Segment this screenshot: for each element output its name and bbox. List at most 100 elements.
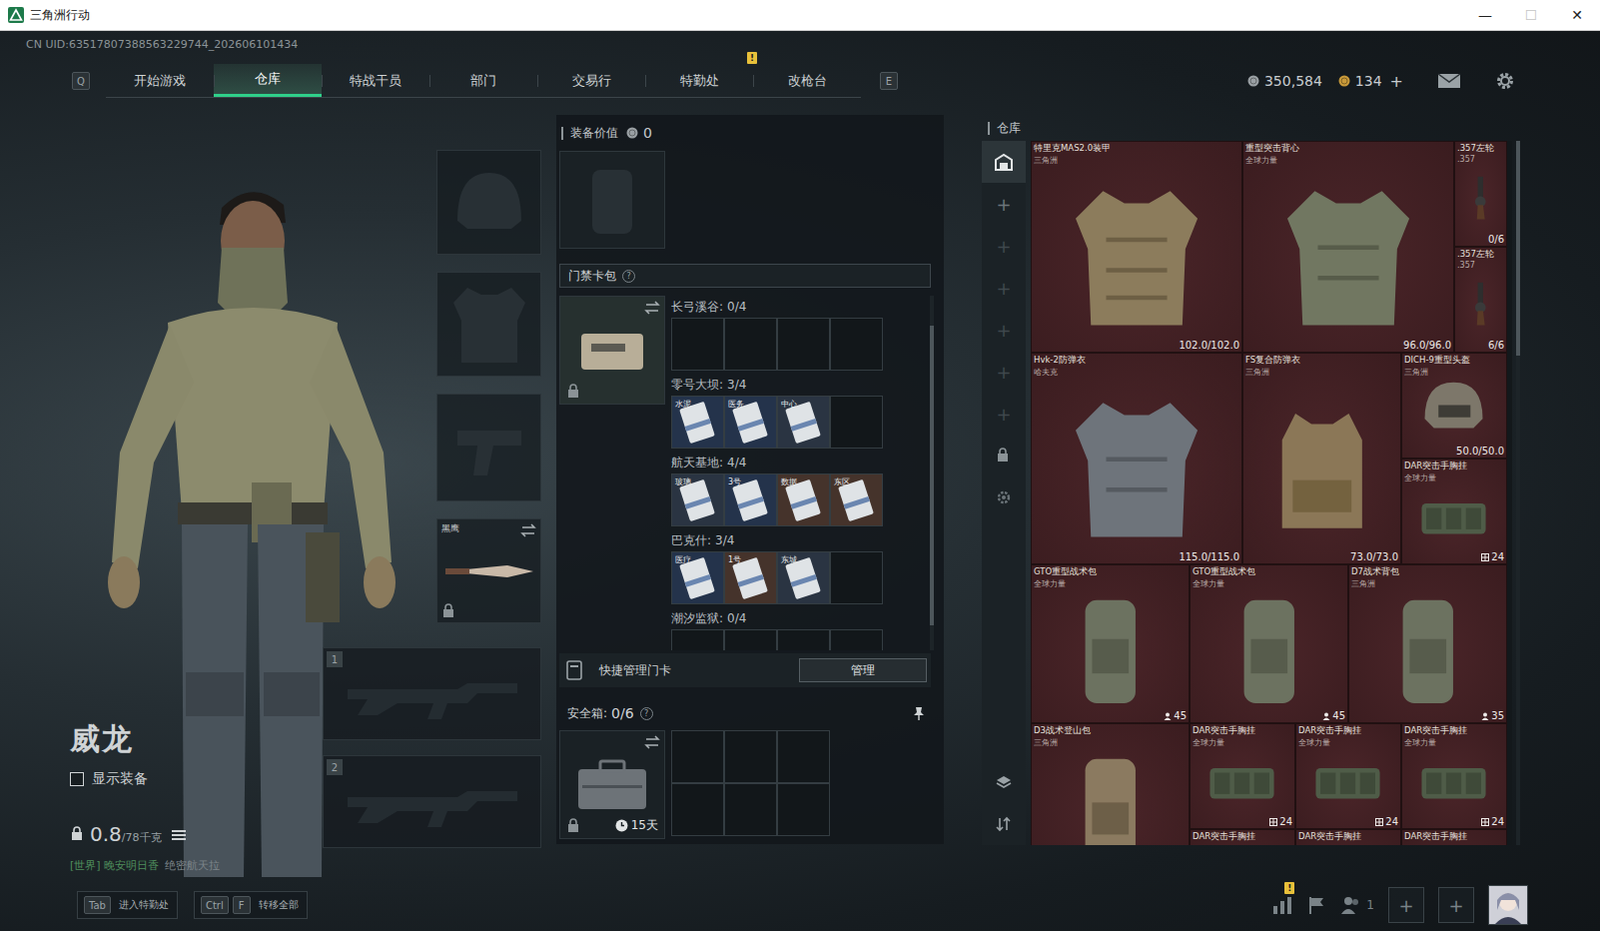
window-control-button[interactable]: — <box>1462 0 1509 30</box>
warehouse-tab[interactable] <box>981 434 1026 477</box>
backpack-slot[interactable] <box>559 150 666 249</box>
nav-tab[interactable]: 特勤处! <box>645 63 754 97</box>
invite-slot[interactable]: + <box>1388 886 1425 923</box>
rig-item-icon <box>1409 742 1499 818</box>
pistol-slot[interactable] <box>436 393 542 502</box>
show-gear-checkbox[interactable] <box>69 772 84 787</box>
warehouse-item[interactable]: DAR突击手胸挂全球力量24 <box>1401 723 1508 829</box>
empty-keycard-slot[interactable] <box>777 629 830 651</box>
window-control-button[interactable]: ☐ <box>1508 0 1555 30</box>
empty-keycard-slot[interactable] <box>777 317 830 371</box>
weight-detail-list-icon[interactable] <box>171 828 186 841</box>
player-uid: CN UID:63517807388563229744_202606101434 <box>0 30 1600 55</box>
currency: 350,584 <box>1247 72 1323 89</box>
window-control-button[interactable]: ✕ <box>1554 0 1600 30</box>
safebox-slot[interactable]: 15天 <box>559 730 666 839</box>
safebox-cell[interactable] <box>777 730 830 784</box>
warehouse-item[interactable]: DAR突击手胸挂 <box>1401 828 1508 845</box>
keycard[interactable]: 数据 <box>777 473 830 527</box>
mail-icon[interactable] <box>1437 72 1462 89</box>
key-hint[interactable]: Tab进入特勤处 <box>76 890 178 919</box>
warehouse-item[interactable]: D7战术背包三角洲35 <box>1348 564 1508 724</box>
warehouse-item[interactable]: .357左轮.3570/6 <box>1454 140 1508 247</box>
window-controls: —☐✕ <box>1462 0 1600 30</box>
nav-tab[interactable]: 交易行 <box>537 63 646 97</box>
manage-button[interactable]: 管理 <box>799 658 927 683</box>
empty-keycard-slot[interactable] <box>829 395 883 449</box>
nav-tab[interactable]: 开始游戏 <box>105 63 214 97</box>
warehouse-tab[interactable] <box>981 476 1026 519</box>
grayarmor-item-icon <box>1047 390 1226 544</box>
warehouse-tab[interactable]: + <box>981 266 1026 309</box>
invite-slot[interactable]: + <box>1438 886 1475 923</box>
warehouse-item[interactable]: D3战术登山包三角洲 <box>1030 723 1190 845</box>
weapon-slot[interactable]: 1 <box>322 647 542 741</box>
keycard-pack-slot[interactable] <box>559 295 666 405</box>
empty-keycard-slot[interactable] <box>671 317 725 371</box>
keycard[interactable]: 1号 <box>724 551 778 605</box>
warehouse-item[interactable]: FS复合防弹衣三角洲73.0/73.0 <box>1242 352 1402 565</box>
keycard[interactable]: 医疗 <box>671 551 725 605</box>
pin-icon[interactable] <box>912 706 925 721</box>
warehouse-item[interactable]: 重型突击背心全球力量96.0/96.0 <box>1242 140 1455 353</box>
safebox-cell[interactable] <box>724 783 778 836</box>
squad-button[interactable]: 1 <box>1340 895 1375 914</box>
empty-keycard-slot[interactable] <box>724 629 778 651</box>
item-brand: .357 <box>1454 154 1508 164</box>
safebox-cell[interactable] <box>671 783 725 836</box>
weapon-slot[interactable]: 2 <box>322 755 542 848</box>
keycard[interactable]: 中心 <box>777 395 830 449</box>
warehouse-item[interactable]: .357左轮.3576/6 <box>1454 246 1508 353</box>
player-avatar[interactable] <box>1488 884 1529 925</box>
warehouse-item[interactable]: GTO重型战术包全球力量45 <box>1189 564 1349 724</box>
keycard[interactable]: 医务 <box>724 395 778 449</box>
stats-button[interactable]: ! <box>1272 895 1293 914</box>
warehouse-body: ++++++特里克MAS2.0装甲三角洲102.0/102.0重型突击背心全球力… <box>981 140 1524 845</box>
empty-keycard-slot[interactable] <box>724 317 778 371</box>
flag-button[interactable] <box>1306 894 1327 915</box>
warehouse-item[interactable]: DICH-9重型头盔三角洲50.0/50.0 <box>1401 352 1508 459</box>
nav-tab[interactable]: 特战干员 <box>321 63 430 97</box>
safebox-cell[interactable] <box>724 730 778 784</box>
warehouse-item[interactable]: Hvk-2防弹衣哈夫克115.0/115.0 <box>1030 352 1243 565</box>
key-hint[interactable]: CtrlF转移全部 <box>193 890 308 919</box>
slot-item-label: 黑鹰 <box>441 522 460 536</box>
safebox-cell[interactable] <box>777 783 830 836</box>
warehouse-item[interactable]: GTO重型战术包全球力量45 <box>1030 564 1190 724</box>
melee-slot[interactable]: 黑鹰 <box>436 518 542 624</box>
warehouse-item[interactable]: DAR突击手胸挂 <box>1189 828 1296 845</box>
armor-slot[interactable] <box>436 271 542 377</box>
warehouse-item[interactable]: DAR突击手胸挂 <box>1295 828 1402 845</box>
show-gear-toggle[interactable]: 显示装备 <box>69 770 322 789</box>
keycard-scrollbar[interactable] <box>929 295 934 651</box>
keycard[interactable]: 玻璃 <box>671 473 725 527</box>
warehouse-item[interactable]: DAR突击手胸挂全球力量24 <box>1295 723 1402 829</box>
warehouse-tab[interactable] <box>981 140 1026 183</box>
warehouse-item[interactable]: DAR突击手胸挂全球力量24 <box>1401 458 1508 565</box>
warehouse-tool[interactable] <box>981 802 1026 845</box>
nav-tab[interactable]: 改枪台 <box>753 63 861 97</box>
nav-tab[interactable]: 仓库 <box>213 63 322 97</box>
keycard[interactable]: 东城 <box>777 551 830 605</box>
warehouse-tab[interactable]: + <box>981 350 1026 393</box>
settings-gear-icon[interactable] <box>1495 70 1516 91</box>
empty-keycard-slot[interactable] <box>671 629 725 651</box>
keycard[interactable]: 东区 <box>829 473 883 527</box>
warehouse-scrollbar[interactable] <box>1516 140 1521 845</box>
keycard[interactable]: 3号 <box>724 473 778 527</box>
nav-tab[interactable]: 部门 <box>429 63 538 97</box>
safebox-cell[interactable] <box>671 730 725 784</box>
helmet-slot[interactable] <box>436 149 542 255</box>
keycard[interactable]: 水泥 <box>671 395 725 449</box>
warehouse-tab[interactable]: + <box>981 308 1026 351</box>
warehouse-tab[interactable]: + <box>981 392 1026 435</box>
warehouse-tab[interactable]: + <box>981 182 1026 225</box>
empty-keycard-slot[interactable] <box>829 629 883 651</box>
warehouse-tab[interactable]: + <box>981 224 1026 267</box>
warehouse-item[interactable]: 特里克MAS2.0装甲三角洲102.0/102.0 <box>1030 140 1243 353</box>
warehouse-tool[interactable] <box>981 761 1026 803</box>
add-currency-button[interactable]: + <box>1390 71 1404 91</box>
empty-keycard-slot[interactable] <box>829 317 883 371</box>
warehouse-item[interactable]: DAR突击手胸挂全球力量24 <box>1189 723 1296 829</box>
empty-keycard-slot[interactable] <box>829 551 883 605</box>
